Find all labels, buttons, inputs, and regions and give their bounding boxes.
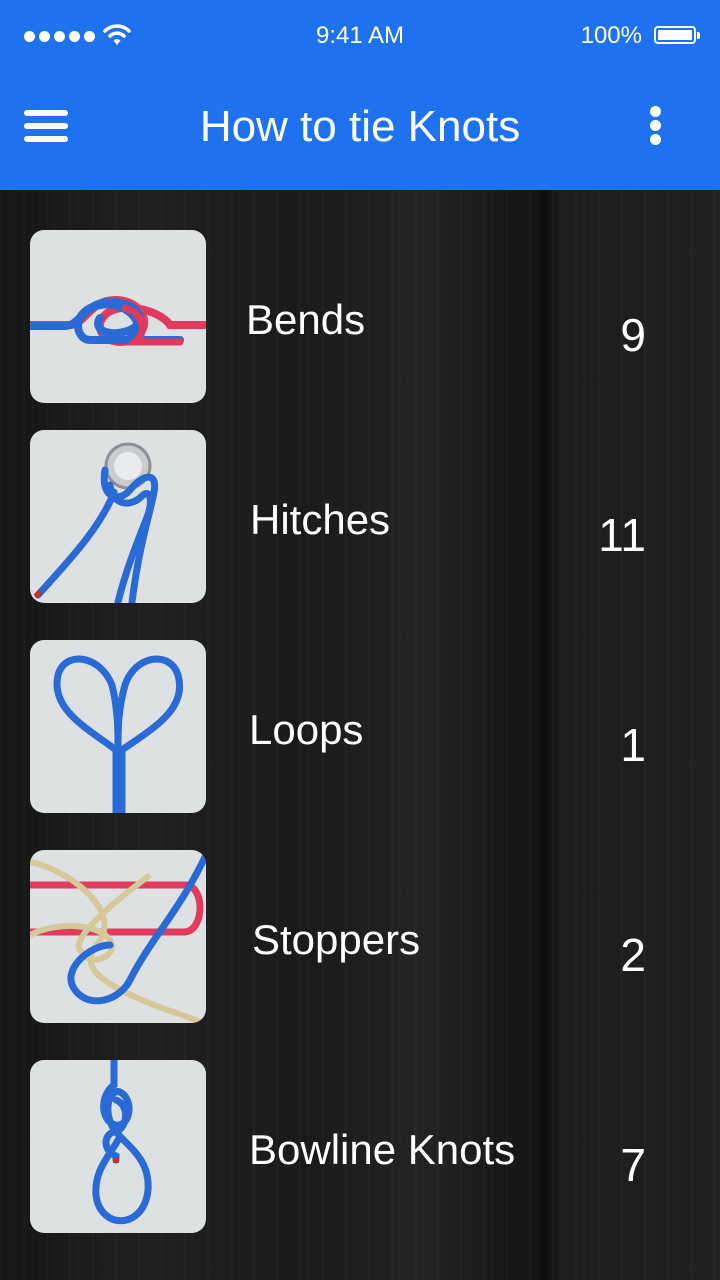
list-item-label: Bowline Knots [249, 1126, 516, 1173]
list-item-stoppers[interactable]: Stoppers 2 [0, 850, 720, 1026]
battery-percentage: 100% [580, 22, 642, 49]
list-item-count: 2 [620, 929, 646, 981]
loops-thumbnail [30, 640, 206, 813]
bowline-knots-thumbnail [30, 1060, 206, 1233]
list-item-hitches[interactable]: Hitches 11 [0, 430, 720, 606]
list-item-label: Stoppers [252, 916, 421, 963]
category-list: Bends 9 Hitches 11 Loops 1 Stoppers 2 Bo… [0, 190, 720, 1280]
more-vertical-icon[interactable] [644, 104, 668, 148]
navigation-bar: How to tie Knots [0, 74, 720, 190]
list-item-label: Loops [249, 706, 364, 753]
list-item-label: Hitches [250, 496, 391, 543]
status-bar: 9:41 AM 100% [0, 0, 720, 74]
bends-thumbnail [30, 230, 206, 403]
list-item-bends[interactable]: Bends 9 [0, 230, 720, 406]
list-item-count: 7 [620, 1139, 646, 1191]
list-item-label: Bends [246, 296, 366, 343]
hitches-thumbnail [30, 430, 206, 603]
page-title: How to tie Knots [199, 102, 521, 151]
list-item-loops[interactable]: Loops 1 [0, 640, 720, 816]
battery-icon [654, 26, 700, 44]
app-header: 9:41 AM 100% How to tie Knots [0, 0, 720, 190]
stoppers-thumbnail [30, 850, 206, 1023]
list-item-count: 9 [620, 309, 646, 361]
list-item-count: 11 [598, 509, 646, 561]
list-item-count: 1 [620, 719, 646, 771]
list-item-bowline-knots[interactable]: Bowline Knots 7 [0, 1060, 720, 1236]
